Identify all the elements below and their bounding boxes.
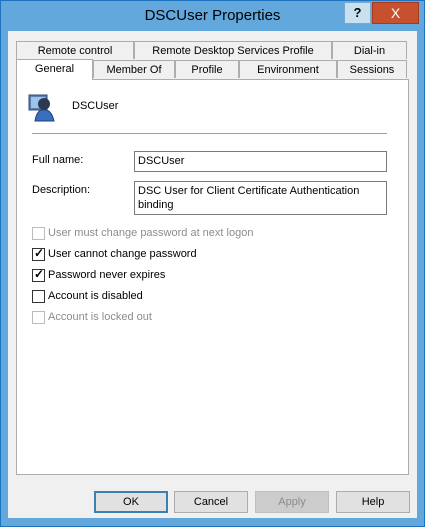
dialog-client-area: Remote control Remote Desktop Services P… xyxy=(8,31,417,518)
help-title-button[interactable]: ? xyxy=(344,2,371,24)
account-locked-out-label: Account is locked out xyxy=(48,311,152,323)
password-never-expires-checkbox[interactable]: ✓ xyxy=(32,267,45,282)
account-disabled-label: Account is disabled xyxy=(48,290,143,302)
password-never-expires-label: Password never expires xyxy=(48,269,166,281)
description-label: Description: xyxy=(32,184,91,196)
cannot-change-password-label: User cannot change password xyxy=(48,248,197,260)
cannot-change-password-checkbox[interactable]: ✓ xyxy=(32,246,45,261)
tab-sessions[interactable]: Sessions xyxy=(337,60,407,78)
tab-remote-desktop-services-profile[interactable]: Remote Desktop Services Profile xyxy=(134,41,332,59)
user-icon xyxy=(28,94,55,122)
checkmark-icon: ✓ xyxy=(34,267,45,281)
account-locked-out-checkbox[interactable] xyxy=(32,311,45,324)
tab-general[interactable]: General xyxy=(16,59,93,80)
title-bar[interactable]: DSCUser Properties ? X xyxy=(1,1,424,31)
tab-profile[interactable]: Profile xyxy=(175,60,239,78)
account-disabled-checkbox[interactable] xyxy=(32,290,45,303)
tab-member-of[interactable]: Member Of xyxy=(93,60,175,78)
must-change-password-checkbox[interactable] xyxy=(32,227,45,240)
checkmark-icon: ✓ xyxy=(34,246,45,260)
description-field[interactable]: DSC User for Client Certificate Authenti… xyxy=(134,181,387,215)
user-display-name: DSCUser xyxy=(72,100,119,112)
general-tab-panel: DSCUser Full name: DSCUser Description: … xyxy=(16,79,409,475)
cancel-button[interactable]: Cancel xyxy=(174,491,248,513)
close-button[interactable]: X xyxy=(372,2,419,24)
ok-button[interactable]: OK xyxy=(94,491,168,513)
must-change-password-label: User must change password at next logon xyxy=(48,227,254,239)
tab-environment[interactable]: Environment xyxy=(239,60,337,78)
tab-dial-in[interactable]: Dial-in xyxy=(332,41,407,59)
full-name-field[interactable]: DSCUser xyxy=(134,151,387,172)
help-button[interactable]: Help xyxy=(336,491,410,513)
apply-button[interactable]: Apply xyxy=(255,491,329,513)
properties-window: DSCUser Properties ? X Remote control Re… xyxy=(0,0,425,527)
separator-line xyxy=(32,133,387,134)
full-name-label: Full name: xyxy=(32,154,84,166)
tab-remote-control[interactable]: Remote control xyxy=(16,41,134,59)
